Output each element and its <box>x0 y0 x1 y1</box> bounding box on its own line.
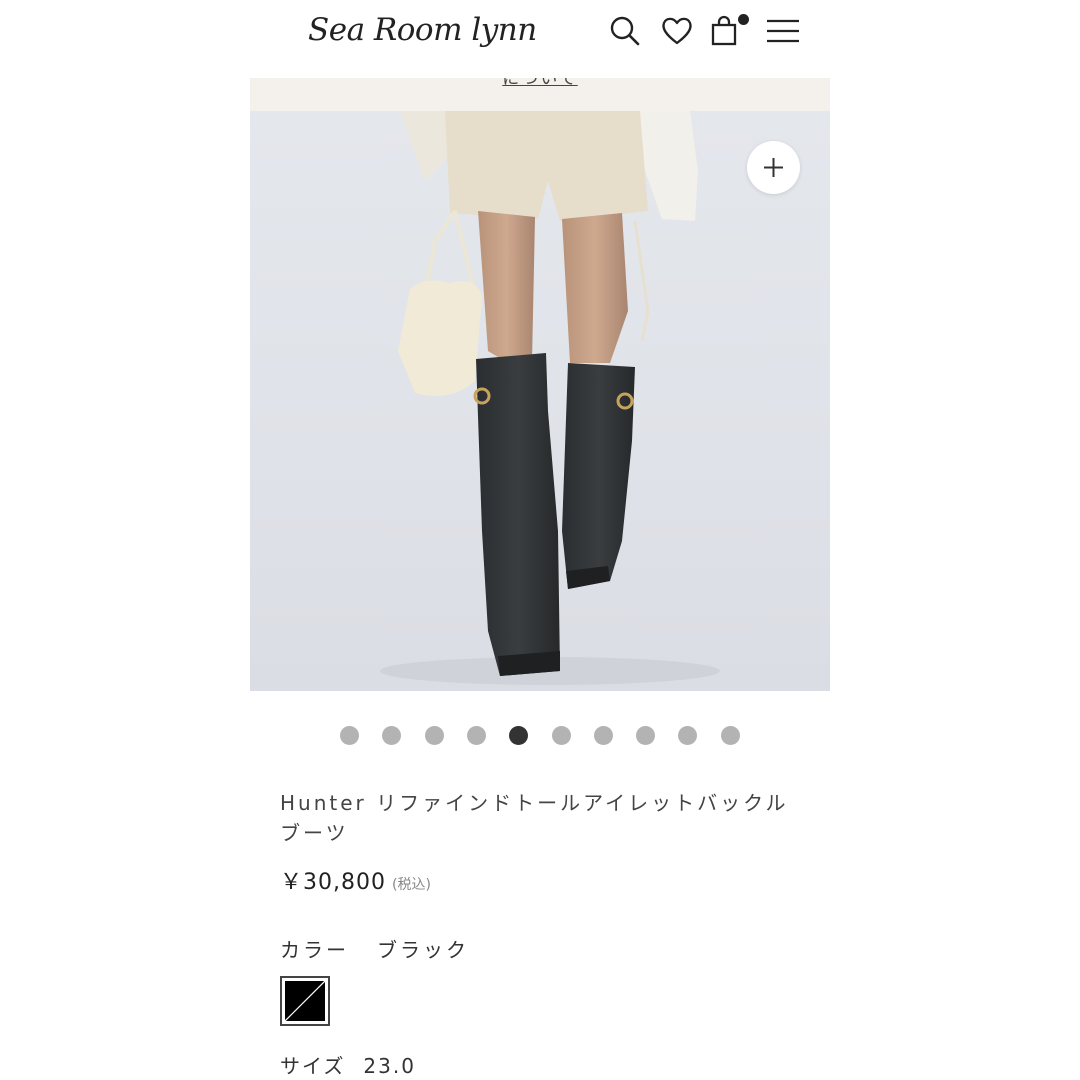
carousel-dot[interactable] <box>382 726 401 745</box>
zoom-button[interactable] <box>747 141 800 194</box>
carousel-dot[interactable] <box>509 726 528 745</box>
brand-logo[interactable]: Sea Room lynn <box>308 12 537 48</box>
plus-icon <box>764 158 783 177</box>
product-photo-illustration <box>380 111 720 685</box>
carousel-dots <box>340 726 750 746</box>
site-header: Sea Room lynn <box>250 0 830 78</box>
product-price: ￥30,800 (税込) <box>280 864 431 896</box>
price-value: ￥30,800 <box>280 870 386 895</box>
carousel-dot[interactable] <box>552 726 571 745</box>
menu-icon[interactable] <box>766 14 800 48</box>
carousel-dot[interactable] <box>721 726 740 745</box>
color-swatch-black[interactable] <box>280 976 330 1026</box>
swatch-fill <box>285 981 325 1021</box>
carousel-dot[interactable] <box>636 726 655 745</box>
tax-note: (税込) <box>391 877 431 893</box>
size-row: サイズ 23.0 <box>280 1050 416 1079</box>
product-title: Hunter リファインドトールアイレットバックルブーツ <box>280 791 789 845</box>
color-label: カラー <box>280 938 349 962</box>
carousel-dot[interactable] <box>467 726 486 745</box>
color-row: カラー ブラック <box>280 934 469 963</box>
heart-icon[interactable] <box>660 14 694 48</box>
carousel-dot[interactable] <box>594 726 613 745</box>
carousel-dot[interactable] <box>425 726 444 745</box>
shopping-bag-icon[interactable] <box>708 14 742 48</box>
search-icon[interactable] <box>608 14 642 48</box>
swatch-slash-icon <box>285 981 325 1021</box>
product-image[interactable] <box>250 111 830 691</box>
cart-indicator-dot <box>738 14 749 25</box>
carousel-dot[interactable] <box>340 726 359 745</box>
notice-link[interactable]: について <box>250 78 830 89</box>
size-label: サイズ <box>280 1054 346 1078</box>
notice-bar: について <box>250 78 830 111</box>
carousel-dot[interactable] <box>678 726 697 745</box>
color-value: ブラック <box>377 938 469 962</box>
size-value: 23.0 <box>363 1054 416 1078</box>
